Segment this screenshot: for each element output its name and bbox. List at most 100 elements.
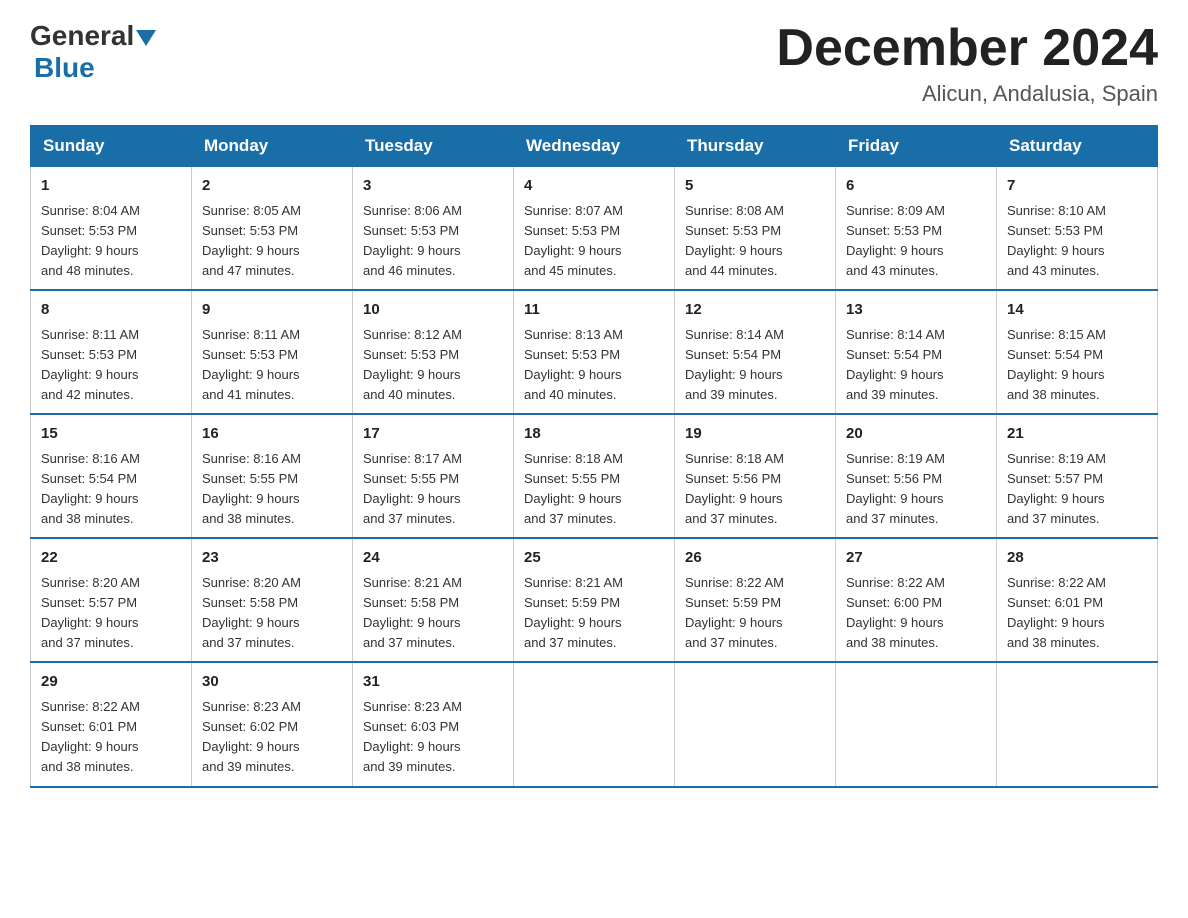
day-info: Sunrise: 8:23 AMSunset: 6:02 PMDaylight:… [202, 699, 301, 774]
day-info: Sunrise: 8:20 AMSunset: 5:58 PMDaylight:… [202, 575, 301, 650]
calendar-day-cell: 29 Sunrise: 8:22 AMSunset: 6:01 PMDayligh… [31, 662, 192, 786]
day-number: 27 [846, 547, 986, 570]
calendar-day-cell: 25 Sunrise: 8:21 AMSunset: 5:59 PMDayligh… [514, 538, 675, 662]
weekday-header-monday: Monday [192, 126, 353, 167]
day-number: 25 [524, 547, 664, 570]
title-section: December 2024 Alicun, Andalusia, Spain [776, 20, 1158, 107]
day-info: Sunrise: 8:11 AMSunset: 5:53 PMDaylight:… [202, 327, 300, 402]
day-number: 10 [363, 299, 503, 322]
day-number: 15 [41, 423, 181, 446]
weekday-header-thursday: Thursday [675, 126, 836, 167]
day-info: Sunrise: 8:23 AMSunset: 6:03 PMDaylight:… [363, 699, 462, 774]
weekday-header-row: SundayMondayTuesdayWednesdayThursdayFrid… [31, 126, 1158, 167]
day-number: 22 [41, 547, 181, 570]
calendar-day-cell: 17Sunrise: 8:17 AMSunset: 5:55 PMDayligh… [353, 414, 514, 538]
calendar-day-cell: 4 Sunrise: 8:07 AMSunset: 5:53 PMDaylight… [514, 167, 675, 291]
day-number: 26 [685, 547, 825, 570]
day-number: 11 [524, 299, 664, 322]
calendar-day-cell: 26 Sunrise: 8:22 AMSunset: 5:59 PMDayligh… [675, 538, 836, 662]
calendar-day-cell: 5Sunrise: 8:08 AMSunset: 5:53 PMDaylight… [675, 167, 836, 291]
weekday-header-friday: Friday [836, 126, 997, 167]
calendar-day-cell: 9 Sunrise: 8:11 AMSunset: 5:53 PMDaylight… [192, 290, 353, 414]
day-number: 29 [41, 671, 181, 694]
day-number: 8 [41, 299, 181, 322]
page-header: General Blue December 2024 Alicun, Andal… [30, 20, 1158, 107]
day-info: Sunrise: 8:05 AMSunset: 5:53 PMDaylight:… [202, 203, 301, 278]
calendar-week-row: 8 Sunrise: 8:11 AMSunset: 5:53 PMDaylight… [31, 290, 1158, 414]
calendar-week-row: 1 Sunrise: 8:04 AMSunset: 5:53 PMDaylight… [31, 167, 1158, 291]
calendar-day-cell: 18 Sunrise: 8:18 AMSunset: 5:55 PMDayligh… [514, 414, 675, 538]
calendar-day-cell: 24Sunrise: 8:21 AMSunset: 5:58 PMDayligh… [353, 538, 514, 662]
day-number: 7 [1007, 175, 1147, 198]
logo-general-text: General [30, 20, 134, 52]
calendar-day-cell: 1 Sunrise: 8:04 AMSunset: 5:53 PMDaylight… [31, 167, 192, 291]
day-number: 23 [202, 547, 342, 570]
day-number: 19 [685, 423, 825, 446]
calendar-day-cell: 22Sunrise: 8:20 AMSunset: 5:57 PMDayligh… [31, 538, 192, 662]
calendar-day-cell: 16Sunrise: 8:16 AMSunset: 5:55 PMDayligh… [192, 414, 353, 538]
calendar-day-cell: 7 Sunrise: 8:10 AMSunset: 5:53 PMDaylight… [997, 167, 1158, 291]
day-number: 21 [1007, 423, 1147, 446]
calendar-day-cell [836, 662, 997, 786]
calendar-day-cell: 28Sunrise: 8:22 AMSunset: 6:01 PMDayligh… [997, 538, 1158, 662]
location-title: Alicun, Andalusia, Spain [776, 81, 1158, 107]
calendar-day-cell: 3 Sunrise: 8:06 AMSunset: 5:53 PMDaylight… [353, 167, 514, 291]
calendar-day-cell: 13Sunrise: 8:14 AMSunset: 5:54 PMDayligh… [836, 290, 997, 414]
calendar-day-cell: 23 Sunrise: 8:20 AMSunset: 5:58 PMDayligh… [192, 538, 353, 662]
logo: General Blue [30, 20, 158, 84]
day-info: Sunrise: 8:22 AMSunset: 6:01 PMDaylight:… [1007, 575, 1106, 650]
calendar-day-cell: 6 Sunrise: 8:09 AMSunset: 5:53 PMDaylight… [836, 167, 997, 291]
day-info: Sunrise: 8:07 AMSunset: 5:53 PMDaylight:… [524, 203, 623, 278]
day-info: Sunrise: 8:12 AMSunset: 5:53 PMDaylight:… [363, 327, 462, 402]
day-info: Sunrise: 8:19 AMSunset: 5:57 PMDaylight:… [1007, 451, 1106, 526]
day-info: Sunrise: 8:16 AMSunset: 5:54 PMDaylight:… [41, 451, 140, 526]
day-number: 31 [363, 671, 503, 694]
day-info: Sunrise: 8:06 AMSunset: 5:53 PMDaylight:… [363, 203, 462, 278]
day-number: 16 [202, 423, 342, 446]
calendar-day-cell: 20Sunrise: 8:19 AMSunset: 5:56 PMDayligh… [836, 414, 997, 538]
logo-arrow-icon [136, 30, 156, 46]
day-info: Sunrise: 8:04 AMSunset: 5:53 PMDaylight:… [41, 203, 140, 278]
day-info: Sunrise: 8:21 AMSunset: 5:59 PMDaylight:… [524, 575, 623, 650]
weekday-header-wednesday: Wednesday [514, 126, 675, 167]
calendar-day-cell: 19 Sunrise: 8:18 AMSunset: 5:56 PMDayligh… [675, 414, 836, 538]
day-number: 18 [524, 423, 664, 446]
calendar-day-cell [997, 662, 1158, 786]
calendar-day-cell: 31 Sunrise: 8:23 AMSunset: 6:03 PMDayligh… [353, 662, 514, 786]
day-info: Sunrise: 8:21 AMSunset: 5:58 PMDaylight:… [363, 575, 462, 650]
day-info: Sunrise: 8:17 AMSunset: 5:55 PMDaylight:… [363, 451, 462, 526]
weekday-header-sunday: Sunday [31, 126, 192, 167]
day-info: Sunrise: 8:18 AMSunset: 5:55 PMDaylight:… [524, 451, 623, 526]
weekday-header-saturday: Saturday [997, 126, 1158, 167]
day-number: 14 [1007, 299, 1147, 322]
day-info: Sunrise: 8:22 AMSunset: 5:59 PMDaylight:… [685, 575, 784, 650]
day-number: 4 [524, 175, 664, 198]
day-info: Sunrise: 8:08 AMSunset: 5:53 PMDaylight:… [685, 203, 784, 278]
day-info: Sunrise: 8:19 AMSunset: 5:56 PMDaylight:… [846, 451, 945, 526]
day-info: Sunrise: 8:13 AMSunset: 5:53 PMDaylight:… [524, 327, 623, 402]
day-info: Sunrise: 8:14 AMSunset: 5:54 PMDaylight:… [846, 327, 945, 402]
calendar-day-cell: 21 Sunrise: 8:19 AMSunset: 5:57 PMDayligh… [997, 414, 1158, 538]
calendar-week-row: 22Sunrise: 8:20 AMSunset: 5:57 PMDayligh… [31, 538, 1158, 662]
calendar-day-cell: 10 Sunrise: 8:12 AMSunset: 5:53 PMDayligh… [353, 290, 514, 414]
calendar-day-cell: 8 Sunrise: 8:11 AMSunset: 5:53 PMDaylight… [31, 290, 192, 414]
day-info: Sunrise: 8:18 AMSunset: 5:56 PMDaylight:… [685, 451, 784, 526]
day-info: Sunrise: 8:14 AMSunset: 5:54 PMDaylight:… [685, 327, 784, 402]
day-number: 12 [685, 299, 825, 322]
calendar-table: SundayMondayTuesdayWednesdayThursdayFrid… [30, 125, 1158, 787]
day-number: 1 [41, 175, 181, 198]
day-info: Sunrise: 8:11 AMSunset: 5:53 PMDaylight:… [41, 327, 139, 402]
day-number: 3 [363, 175, 503, 198]
day-number: 30 [202, 671, 342, 694]
day-info: Sunrise: 8:22 AMSunset: 6:01 PMDaylight:… [41, 699, 140, 774]
day-number: 9 [202, 299, 342, 322]
day-info: Sunrise: 8:09 AMSunset: 5:53 PMDaylight:… [846, 203, 945, 278]
month-title: December 2024 [776, 20, 1158, 77]
calendar-day-cell: 14 Sunrise: 8:15 AMSunset: 5:54 PMDayligh… [997, 290, 1158, 414]
day-info: Sunrise: 8:10 AMSunset: 5:53 PMDaylight:… [1007, 203, 1106, 278]
day-info: Sunrise: 8:22 AMSunset: 6:00 PMDaylight:… [846, 575, 945, 650]
day-number: 6 [846, 175, 986, 198]
logo-blue-text: Blue [34, 52, 95, 83]
day-info: Sunrise: 8:15 AMSunset: 5:54 PMDaylight:… [1007, 327, 1106, 402]
calendar-day-cell: 2Sunrise: 8:05 AMSunset: 5:53 PMDaylight… [192, 167, 353, 291]
